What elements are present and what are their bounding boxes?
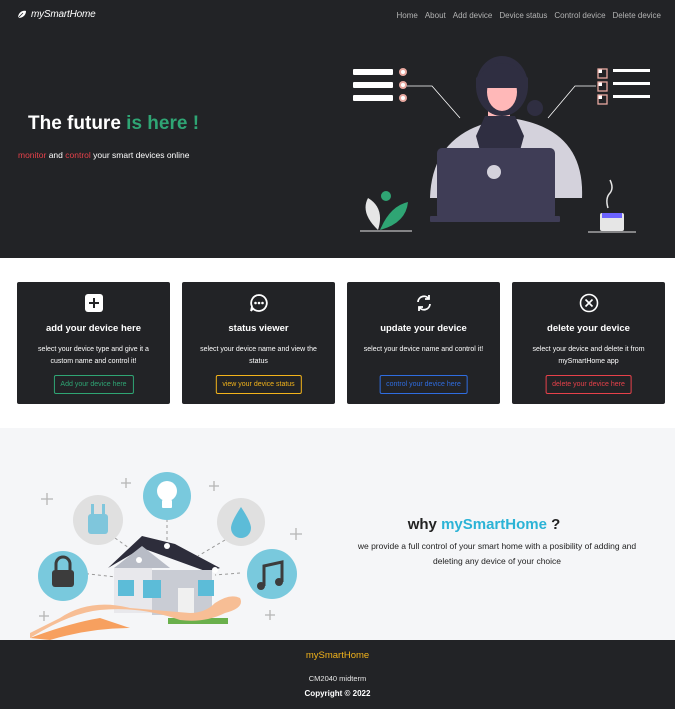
laptop-icon	[430, 148, 560, 222]
card-text: select your device type and give it a cu…	[38, 346, 149, 365]
brand-logo[interactable]: mySmartHome	[17, 9, 96, 20]
add-device-button[interactable]: Add your device here	[53, 375, 134, 394]
nav-links: Home About Add device Device status Cont…	[397, 11, 662, 20]
hero-section: mySmartHome Home About Add device Device…	[0, 0, 675, 258]
water-drop-icon	[217, 498, 265, 546]
hero-sub-rest: your smart devices online	[90, 150, 190, 160]
why-section: why mySmartHome ? we provide a full cont…	[0, 428, 675, 640]
nav-link-device-status[interactable]: Device status	[499, 11, 547, 20]
card-add-device: add your device here select your device …	[17, 282, 170, 404]
refresh-icon	[416, 295, 431, 311]
leaf-icon	[17, 10, 26, 19]
light-bulb-icon	[143, 472, 191, 520]
lock-icon	[38, 551, 88, 601]
card-update-device: update your device select your device na…	[347, 282, 500, 404]
card-title: delete your device	[547, 323, 630, 334]
footer-brand: mySmartHome	[305, 650, 370, 661]
music-note-icon	[247, 549, 297, 599]
features-section: add your device here select your device …	[0, 258, 675, 428]
left-checklist-icon	[353, 68, 461, 119]
why-title-suffix: ?	[546, 516, 561, 533]
chat-dots-icon	[249, 294, 268, 312]
why-title: why mySmartHome ?	[344, 516, 624, 533]
footer-copyright: Copyright © 2022	[304, 689, 371, 698]
view-status-button[interactable]: view your device status	[215, 375, 302, 394]
footer-course: CM2040 midterm	[308, 674, 367, 683]
nav-link-home[interactable]: Home	[397, 11, 418, 20]
why-title-brand: mySmartHome	[441, 516, 547, 533]
nav-link-delete-device[interactable]: Delete device	[613, 11, 661, 20]
coffee-cup-icon	[588, 179, 636, 233]
smart-home-illustration	[30, 472, 302, 640]
hero-sub-and: and	[46, 150, 66, 160]
hero-title-accent: is here !	[126, 113, 200, 134]
brand-name: mySmartHome	[31, 9, 96, 20]
card-text: select your device name and view the sta…	[200, 346, 317, 365]
close-circle-icon	[579, 293, 598, 313]
card-title: update your device	[380, 323, 467, 334]
nav-link-control-device[interactable]: Control device	[554, 11, 605, 20]
card-title: add your device here	[45, 323, 142, 334]
hero-title-main: The future	[28, 113, 127, 134]
right-checklist-icon	[547, 68, 650, 119]
hero-sub-monitor: monitor	[18, 150, 47, 160]
card-title: status viewer	[228, 323, 289, 334]
footer: mySmartHome CM2040 midterm Copyright © 2…	[0, 640, 675, 709]
hero-subtitle: monitor and control your smart devices o…	[18, 150, 190, 160]
card-text: select your device name and control it!	[363, 346, 484, 353]
why-description: we provide a full control of your smart …	[357, 541, 637, 566]
control-device-button[interactable]: control your device here	[379, 375, 468, 394]
card-text: select your device and delete it from my…	[532, 346, 645, 365]
nav-link-add-device[interactable]: Add device	[453, 11, 493, 20]
plus-square-icon	[84, 294, 103, 312]
card-status-viewer: status viewer select your device name an…	[182, 282, 335, 404]
card-delete-device: delete your device select your device an…	[512, 282, 665, 404]
why-title-prefix: why	[407, 516, 442, 533]
plug-icon	[73, 495, 123, 545]
plant-icon	[360, 191, 412, 232]
navbar: mySmartHome Home About Add device Device…	[0, 0, 675, 32]
hero-title: The future is here !	[28, 113, 199, 135]
hero-sub-control: control	[65, 150, 91, 160]
nav-link-about[interactable]: About	[425, 11, 446, 20]
hero-illustration	[353, 56, 650, 233]
delete-device-button[interactable]: delete your device here	[545, 375, 632, 394]
